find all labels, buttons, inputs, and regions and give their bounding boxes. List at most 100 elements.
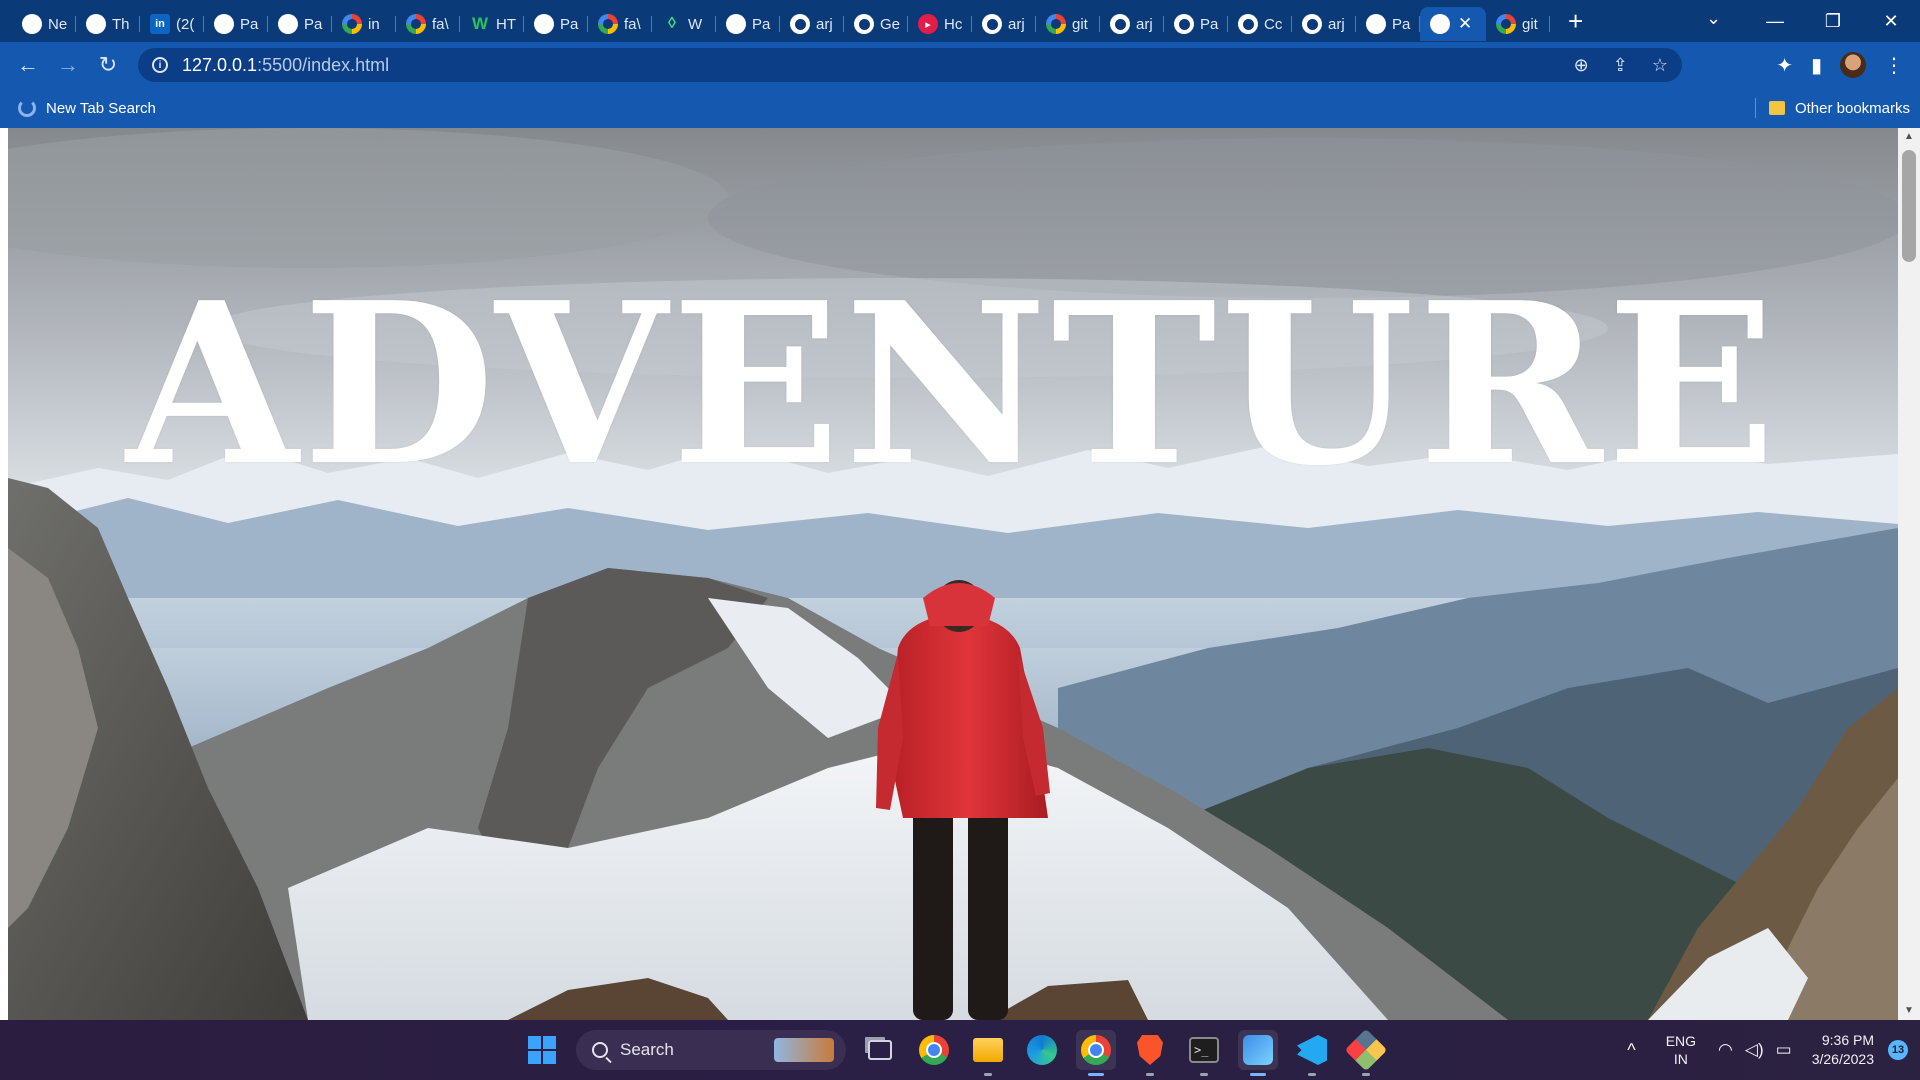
reload-button[interactable]: ↻ [88,52,128,78]
site-info-icon[interactable]: i [152,57,168,73]
file-explorer-taskbar-button[interactable] [968,1030,1008,1076]
window-controls: — ❐ ✕ [1746,0,1920,42]
tab[interactable]: arj [1100,7,1164,41]
globe-icon [1366,14,1386,34]
vscode-icon [1297,1035,1327,1065]
tab[interactable]: Pa [716,7,780,41]
tab[interactable]: in [332,7,396,41]
tab[interactable]: Pa [1356,7,1420,41]
github-icon [1302,14,1322,34]
windows-taskbar: Search >_ ^ ENG IN ◠ ◁) ▭ 9:36 PM 3/26/2… [0,1020,1920,1080]
google-icon [598,14,618,34]
language-code: ENG [1665,1033,1697,1049]
tab[interactable]: git [1036,7,1100,41]
globe-icon [1430,14,1450,34]
clock-date: 3/26/2023 [1811,1051,1874,1067]
chrome-taskbar-button[interactable] [914,1030,954,1070]
wifi-icon: ◠ [1718,1040,1733,1059]
github-icon [1174,14,1194,34]
close-tab-icon[interactable]: ✕ [1458,14,1472,34]
globe-icon [278,14,298,34]
url-text[interactable]: 127.0.0.1:5500/index.html [182,55,389,76]
tab[interactable]: ◊ W [652,7,716,41]
tab[interactable]: in (2( [140,7,204,41]
share-icon[interactable]: ⇪ [1613,55,1628,76]
tab-title: Ne [48,15,68,33]
search-highlight-icon [774,1038,834,1062]
edge-taskbar-button[interactable] [1022,1030,1062,1070]
side-panel-icon[interactable]: ▮ [1811,53,1822,78]
restore-button[interactable]: ❐ [1804,11,1862,32]
tab-title: (2( [176,15,195,33]
tab[interactable]: Ne [12,7,76,41]
tab[interactable]: git [1486,7,1550,41]
bookmark-star-icon[interactable]: ☆ [1652,55,1668,76]
input-language-indicator[interactable]: ENG IN [1666,1032,1696,1068]
address-bar[interactable]: i 127.0.0.1:5500/index.html ⊕ ⇪ ☆ [138,48,1682,82]
tab[interactable]: Pa [524,7,588,41]
zoom-icon[interactable]: ⊕ [1574,55,1589,76]
toolbar-right-actions: ✦ ▮ ⋮ [1776,42,1920,88]
tab[interactable]: arj [972,7,1036,41]
tab-title: fa\ [432,15,449,33]
tab-title: arj [816,15,833,33]
tab[interactable]: Pa [1164,7,1228,41]
tab-title: Ge [880,15,901,33]
tab-title: Th [112,15,130,33]
brave-taskbar-button[interactable] [1130,1030,1170,1076]
scroll-down-arrow-icon[interactable]: ▼ [1898,1002,1920,1020]
tab-title: Pa [240,15,259,33]
paint-icon [1243,1035,1273,1065]
loading-spinner-icon [18,99,36,117]
other-bookmarks-button[interactable]: Other bookmarks [1754,88,1910,128]
google-icon [1046,14,1066,34]
notification-badge[interactable]: 13 [1888,1040,1908,1060]
tab[interactable]: Cc [1228,7,1292,41]
linkedin-icon: in [150,14,170,34]
browser-menu-icon[interactable]: ⋮ [1884,53,1904,78]
clock-time: 9:36 PM [1821,1032,1874,1048]
gitkraken-taskbar-button[interactable] [1344,1028,1388,1076]
browser-toolbar: ← → ↻ i 127.0.0.1:5500/index.html ⊕ ⇪ ☆ … [0,42,1920,88]
tab[interactable]: Pa [268,7,332,41]
w-logo-icon: W [471,14,489,33]
scroll-up-arrow-icon[interactable]: ▲ [1898,128,1920,146]
tab-active[interactable]: ✕ [1420,7,1486,41]
chrome-profile-taskbar-button[interactable] [1076,1030,1116,1076]
taskbar-search[interactable]: Search [576,1030,846,1070]
start-button[interactable] [522,1030,562,1070]
tab[interactable]: arj [780,7,844,41]
url-host: 127.0.0.1 [182,54,258,75]
tab[interactable]: ▸ Hc [908,7,972,41]
globe-icon [726,14,746,34]
taskbar-clock[interactable]: 9:36 PM 3/26/2023 [1812,1031,1874,1069]
scroll-thumb[interactable] [1902,150,1916,262]
tab-search-button[interactable]: ⌄ [1706,8,1721,29]
show-hidden-icons-chevron-icon[interactable]: ^ [1627,1040,1635,1061]
profile-avatar[interactable] [1840,52,1866,78]
tab[interactable]: arj [1292,7,1356,41]
back-button[interactable]: ← [8,52,48,78]
quick-settings[interactable]: ◠ ◁) ▭ [1718,1040,1792,1060]
chrome-profile-icon [1081,1035,1111,1065]
tab[interactable]: Pa [204,7,268,41]
close-window-button[interactable]: ✕ [1862,11,1920,32]
paint-taskbar-button[interactable] [1238,1030,1278,1076]
vscode-taskbar-button[interactable] [1292,1030,1332,1076]
new-tab-button[interactable]: + [1568,6,1583,37]
minimize-button[interactable]: — [1746,11,1804,32]
forward-button[interactable]: → [48,52,88,78]
tab-title: Pa [560,15,579,33]
task-view-button[interactable] [860,1030,900,1070]
bookmark-new-tab-search[interactable]: New Tab Search [18,99,156,117]
tab-title: Pa [1200,15,1219,33]
tab[interactable]: Th [76,7,140,41]
tab[interactable]: W HT [460,7,524,41]
terminal-taskbar-button[interactable]: >_ [1184,1030,1224,1076]
tab[interactable]: Ge [844,7,908,41]
extensions-icon[interactable]: ✦ [1776,53,1793,78]
tab[interactable]: fa\ [396,7,460,41]
tab-title: git [1072,15,1088,33]
tab[interactable]: fa\ [588,7,652,41]
page-scrollbar[interactable]: ▲ ▼ [1898,128,1920,1020]
